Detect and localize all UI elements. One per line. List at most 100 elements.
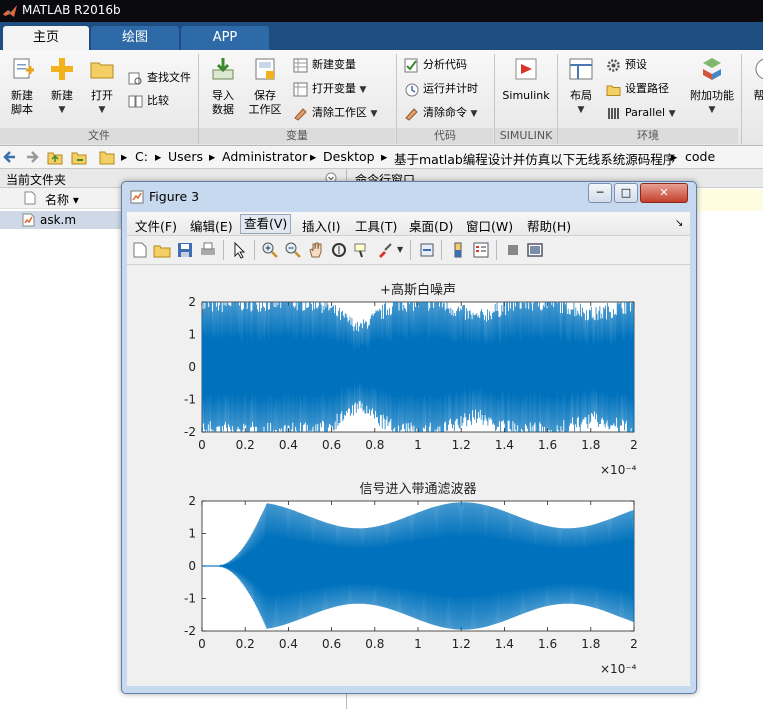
x-tick-label: 0.8: [365, 637, 384, 651]
forward-arrow-icon[interactable]: [25, 150, 39, 164]
x-tick-label: 2: [630, 637, 638, 651]
breadcrumb-item[interactable]: Administrator: [222, 149, 307, 164]
menu-overflow-icon[interactable]: ↘: [675, 218, 683, 229]
pan-hand-icon[interactable]: [307, 241, 325, 259]
breadcrumb-separator: ▸: [155, 149, 162, 164]
back-arrow-icon[interactable]: [3, 150, 17, 164]
analyze-code-button[interactable]: 分析代码: [404, 55, 467, 75]
y-tick-label: 0: [188, 559, 196, 573]
y-tick-label: 2: [188, 494, 196, 508]
breadcrumb-item[interactable]: Users: [168, 149, 203, 164]
brush-dropdown-icon[interactable]: ▼: [397, 245, 403, 254]
up-folder-icon[interactable]: [47, 149, 63, 165]
group-label-file: 文件: [0, 128, 198, 144]
find-files-icon: [128, 72, 142, 84]
set-path-button[interactable]: 设置路径: [606, 79, 669, 99]
menu-tools[interactable]: 工具(T): [355, 216, 397, 235]
maximize-button[interactable]: □: [614, 183, 638, 203]
new-button[interactable]: 新建 ▼: [44, 56, 80, 117]
tab-home[interactable]: 主页: [3, 26, 89, 50]
new-variable-icon: [293, 58, 308, 72]
menu-view[interactable]: 查看(V): [240, 214, 292, 234]
pointer-icon[interactable]: [231, 241, 249, 259]
add-ons-button[interactable]: 附加功能 ▼: [686, 56, 738, 117]
simulink-label: Simulink: [502, 89, 550, 102]
open-button[interactable]: 打开 ▼: [84, 56, 120, 117]
gear-icon: [607, 58, 620, 72]
help-button[interactable]: 帮: [748, 56, 763, 103]
ribbon-tab-strip: 主页 绘图 APP: [0, 22, 763, 50]
menu-window[interactable]: 窗口(W): [466, 216, 513, 235]
toolbar-separator: [223, 240, 224, 260]
folder-icon: [99, 151, 115, 165]
link-plot-icon[interactable]: [418, 241, 436, 259]
colorbar-icon[interactable]: [449, 241, 467, 259]
menu-file[interactable]: 文件(F): [135, 216, 177, 235]
file-type-icon: [24, 191, 36, 205]
menu-insert[interactable]: 插入(I): [302, 216, 340, 235]
print-icon[interactable]: [199, 241, 217, 259]
legend-icon[interactable]: [472, 241, 490, 259]
figure-title: Figure 3: [149, 189, 200, 204]
close-button[interactable]: ✕: [640, 183, 688, 203]
toolbar-separator: [410, 240, 411, 260]
add-ons-label: 附加功能: [690, 89, 734, 102]
import-data-button[interactable]: 导入 数据: [204, 56, 242, 117]
layout-label: 布局: [570, 89, 592, 102]
zoom-in-icon[interactable]: [261, 241, 279, 259]
simulink-button[interactable]: Simulink: [500, 56, 552, 103]
data-cursor-icon[interactable]: [353, 241, 371, 259]
compare-button[interactable]: 比较: [128, 91, 169, 111]
open-file-icon[interactable]: [153, 241, 171, 259]
minimize-button[interactable]: ─: [588, 183, 612, 203]
new-script-button[interactable]: 新建 脚本: [4, 56, 40, 117]
preferences-button[interactable]: 预设: [606, 55, 647, 75]
layout-button[interactable]: 布局 ▼: [563, 56, 599, 117]
breadcrumb-item[interactable]: Desktop: [323, 149, 375, 164]
x-tick-label: 0.6: [322, 438, 341, 452]
column-header-name[interactable]: 名称 ▾: [45, 191, 79, 208]
breadcrumb-item[interactable]: code: [685, 149, 715, 164]
run-and-time-button[interactable]: 运行并计时: [404, 79, 478, 99]
x-tick-label: 1.6: [538, 637, 557, 651]
current-folder-title: 当前文件夹: [6, 173, 67, 187]
menu-desktop[interactable]: 桌面(D): [409, 216, 453, 235]
menu-help[interactable]: 帮助(H): [527, 216, 571, 235]
x-exponent-label: ×10⁻⁴: [600, 463, 637, 477]
brush-icon[interactable]: [376, 241, 394, 259]
address-bar: ▸ C: ▸ Users ▸ Administrator ▸ Desktop ▸…: [0, 146, 763, 169]
y-tick-label: 2: [188, 295, 196, 309]
open-variable-button[interactable]: 打开变量 ▼: [293, 79, 366, 99]
save-icon[interactable]: [176, 241, 194, 259]
x-tick-label: 0: [198, 438, 206, 452]
figure-menu-bar: 文件(F) 编辑(E) 查看(V) 插入(I) 工具(T) 桌面(D) 窗口(W…: [127, 212, 690, 236]
menu-edit[interactable]: 编辑(E): [190, 216, 233, 235]
tab-apps[interactable]: APP: [181, 26, 269, 50]
new-variable-label: 新建变量: [312, 58, 356, 71]
save-workspace-button[interactable]: 保存 工作区: [246, 56, 284, 117]
new-variable-button[interactable]: 新建变量: [293, 55, 356, 75]
rotate-3d-icon[interactable]: [330, 241, 348, 259]
find-files-button[interactable]: 查找文件: [128, 68, 191, 88]
save-workspace-label: 保存 工作区: [248, 89, 282, 116]
open-variable-icon: [293, 82, 308, 96]
clear-commands-button[interactable]: 清除命令 ▼: [404, 103, 477, 123]
zoom-out-icon[interactable]: [284, 241, 302, 259]
parallel-icon: [608, 107, 619, 119]
set-path-label: 设置路径: [625, 82, 669, 95]
breadcrumb-item[interactable]: C:: [135, 149, 148, 164]
breadcrumb-item[interactable]: 基于matlab编程设计并仿真以下无线系统源码程序: [394, 149, 675, 168]
x-tick-label: 0.2: [236, 637, 255, 651]
analyze-code-icon: [404, 58, 418, 72]
new-figure-icon[interactable]: [131, 241, 149, 259]
x-tick-label: 1.2: [452, 438, 471, 452]
group-label-simulink: SIMULINK: [495, 128, 557, 144]
folder-icon: [606, 85, 621, 96]
browse-folder-icon[interactable]: [71, 149, 87, 165]
show-plot-tools-icon[interactable]: [526, 241, 544, 259]
tab-plots[interactable]: 绘图: [91, 26, 179, 50]
clear-workspace-button[interactable]: 清除工作区 ▼: [293, 103, 377, 123]
hide-plot-tools-icon[interactable]: [504, 241, 522, 259]
parallel-button[interactable]: Parallel ▼: [606, 103, 676, 123]
run-and-time-label: 运行并计时: [423, 82, 478, 95]
